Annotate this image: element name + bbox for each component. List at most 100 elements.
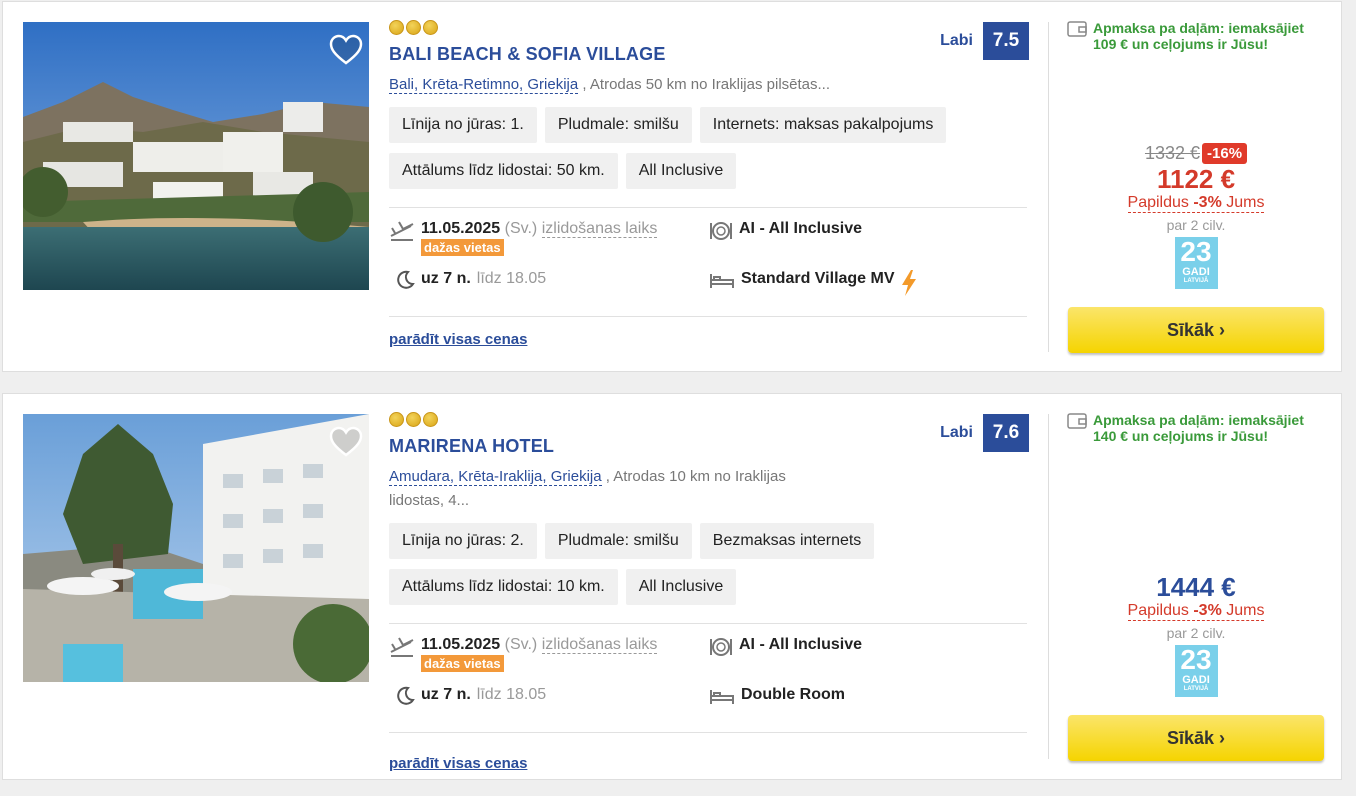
tag-airport-distance: Attālums līdz lidostai: 50 km. (389, 153, 618, 189)
trip-details: 11.05.2025 (Sv.) izlidošanas laiks dažas… (389, 208, 1029, 316)
divider (1048, 414, 1049, 759)
duration-nights: uz 7 n. (421, 686, 471, 703)
hotel-photo[interactable] (23, 22, 369, 290)
price-block: 1444 € Papildus -3% Jums par 2 cilv. 23 … (1067, 572, 1325, 697)
duration-info: uz 7 n. līdz 18.05 (395, 686, 546, 711)
board-type: AI - All Inclusive (739, 636, 862, 653)
plane-icon (389, 636, 415, 663)
feature-tags: Līnija no jūras: 1. Pludmale: smilšu Int… (389, 107, 989, 143)
extra-suffix: Jums (1221, 602, 1265, 619)
extra-percent: -3% (1193, 194, 1222, 211)
meal-plate-icon (709, 636, 733, 663)
star-rating (389, 20, 1029, 38)
current-price: 1444 € (1156, 572, 1236, 602)
rating-score: 7.5 (983, 22, 1029, 60)
feature-tags: Attālums līdz lidostai: 10 km. All Inclu… (389, 569, 989, 605)
tag-beach: Pludmale: smilšu (544, 523, 692, 559)
few-seats-badge: dažas vietas (421, 655, 504, 672)
location-description: , Atrodas 50 km no Iraklijas pilsētas... (578, 76, 831, 93)
extra-prefix: Papildus (1127, 194, 1194, 211)
hotel-card: BALI BEACH & SOFIA VILLAGE Labi 7.5 Bali… (2, 1, 1342, 372)
moon-icon (395, 686, 415, 711)
installment-text: Apmaksa pa daļām: iemaksājiet 109 € un c… (1093, 20, 1304, 52)
departure-time-link[interactable]: izlidošanas laiks (541, 636, 658, 654)
room-info: Double Room (709, 686, 845, 711)
hotel-location: Amudara, Krēta-Iraklija, Griekija , Atro… (389, 465, 829, 513)
review-rating: Labi 7.6 (940, 414, 1029, 452)
extra-discount[interactable]: Papildus -3% Jums (1127, 602, 1265, 621)
installment-text: Apmaksa pa daļām: iemaksājiet 140 € un c… (1093, 412, 1304, 444)
room-type: Standard Village MV (741, 270, 895, 287)
lightning-icon (901, 270, 917, 301)
show-all-prices-link[interactable]: parādīt visas cenas (389, 755, 527, 772)
return-date: līdz 18.05 (476, 686, 547, 703)
rating-word: Labi (940, 424, 973, 441)
details-button[interactable]: Sīkāk › (1068, 715, 1324, 761)
tag-internet: Internets: maksas pakalpojums (699, 107, 947, 143)
price-per-people: par 2 cilv. (1166, 217, 1226, 233)
favorite-heart-icon[interactable] (329, 426, 363, 458)
installment-info: Apmaksa pa daļām: iemaksājiet 109 € un c… (1067, 20, 1327, 52)
divider (1048, 22, 1049, 352)
hotel-card: MARIRENA HOTEL Labi 7.6 Amudara, Krēta-I… (2, 393, 1342, 780)
room-type: Double Room (741, 686, 845, 703)
feature-tags: Attālums līdz lidostai: 50 km. All Inclu… (389, 153, 989, 189)
extra-prefix: Papildus (1127, 602, 1194, 619)
feature-tags: Līnija no jūras: 2. Pludmale: smilšu Bez… (389, 523, 989, 559)
return-date: līdz 18.05 (476, 270, 547, 287)
bed-icon (709, 270, 735, 295)
discount-badge: -16% (1202, 143, 1248, 164)
show-all-prices-link[interactable]: parādīt visas cenas (389, 331, 527, 348)
hotel-photo-image (23, 22, 369, 290)
hotel-photo-image (23, 414, 369, 682)
departure-info: 11.05.2025 (Sv.) izlidošanas laiks dažas… (389, 636, 658, 673)
location-link[interactable]: Amudara, Krēta-Iraklija, Griekija (389, 468, 602, 486)
room-info: Standard Village MV (709, 270, 917, 301)
star-icon (423, 20, 438, 35)
departure-date: 11.05.2025 (421, 220, 501, 237)
meal-plate-icon (709, 220, 733, 247)
star-icon (423, 412, 438, 427)
plane-icon (389, 220, 415, 247)
star-icon (406, 412, 421, 427)
rating-score: 7.6 (983, 414, 1029, 452)
departure-date: 11.05.2025 (421, 636, 501, 653)
divider (389, 316, 1027, 317)
star-icon (389, 20, 404, 35)
details-button[interactable]: Sīkāk › (1068, 307, 1324, 353)
moon-icon (395, 270, 415, 295)
departure-info: 11.05.2025 (Sv.) izlidošanas laiks dažas… (389, 220, 658, 257)
tag-sea-line: Līnija no jūras: 1. (389, 107, 537, 143)
extra-percent: -3% (1193, 602, 1222, 619)
location-link[interactable]: Bali, Krēta-Retimno, Griekija (389, 76, 579, 94)
tag-airport-distance: Attālums līdz lidostai: 10 km. (389, 569, 618, 605)
departure-time-link[interactable]: izlidošanas laiks (541, 220, 658, 238)
duration-nights: uz 7 n. (421, 270, 471, 287)
tag-board: All Inclusive (625, 153, 737, 189)
current-price: 1122 € (1156, 164, 1236, 194)
duration-info: uz 7 n. līdz 18.05 (395, 270, 546, 295)
hotel-location: Bali, Krēta-Retimno, Griekija , Atrodas … (389, 73, 869, 97)
star-rating (389, 412, 1029, 430)
tag-internet: Bezmaksas internets (699, 523, 875, 559)
hotel-name[interactable]: BALI BEACH & SOFIA VILLAGE (389, 44, 1029, 65)
star-icon (389, 412, 404, 427)
rating-word: Labi (940, 32, 973, 49)
hotel-name[interactable]: MARIRENA HOTEL (389, 436, 1029, 457)
hotel-info: BALI BEACH & SOFIA VILLAGE Labi 7.5 Bali… (389, 20, 1029, 348)
few-seats-badge: dažas vietas (421, 239, 504, 256)
wallet-icon (1067, 20, 1087, 52)
hotel-info: MARIRENA HOTEL Labi 7.6 Amudara, Krēta-I… (389, 412, 1029, 772)
tag-beach: Pludmale: smilšu (544, 107, 692, 143)
extra-discount[interactable]: Papildus -3% Jums (1127, 194, 1265, 213)
hotel-photo[interactable] (23, 414, 369, 682)
23-years-latvia-logo: 23 GADI LATVIJĀ (1174, 237, 1218, 289)
divider (389, 732, 1027, 733)
installment-info: Apmaksa pa daļām: iemaksājiet 140 € un c… (1067, 412, 1327, 444)
departure-day: (Sv.) (504, 220, 538, 237)
wallet-icon (1067, 412, 1087, 444)
tag-board: All Inclusive (625, 569, 737, 605)
favorite-heart-icon[interactable] (329, 34, 363, 66)
23-years-latvia-logo: 23 GADI LATVIJĀ (1174, 645, 1218, 697)
board-type: AI - All Inclusive (739, 220, 862, 237)
